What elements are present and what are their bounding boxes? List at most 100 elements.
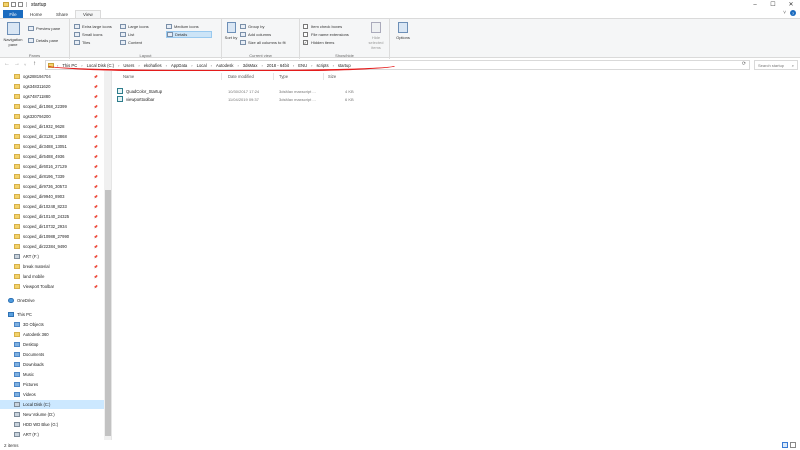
hidden-items-label: Hidden items <box>311 40 335 45</box>
list-view-button[interactable]: List <box>120 31 134 38</box>
column-header-size[interactable]: Size <box>328 74 336 79</box>
file-name-extensions-toggle[interactable]: File name extensions <box>303 31 349 38</box>
nav-item-ogs320794200[interactable]: ogs320794200 📌 <box>0 112 104 121</box>
nav-item-new-volume-d[interactable]: New Volume (D:) <box>0 410 104 419</box>
nav-item-documents[interactable]: Documents <box>0 350 104 359</box>
back-arrow-icon[interactable]: ← <box>4 61 10 67</box>
nav-item-scoped-dir3128-13868[interactable]: scoped_dir3128_13868 📌 <box>0 132 104 141</box>
tab-home[interactable]: Home <box>23 10 49 18</box>
nav-item-ogs288194704[interactable]: ogs288194704 📌 <box>0 72 104 81</box>
details-pane-button[interactable]: Details pane <box>28 37 58 44</box>
tab-file[interactable]: File <box>3 10 23 18</box>
nav-scrollbar[interactable] <box>104 71 111 440</box>
navigation-pane-button[interactable]: Navigation pane <box>2 22 24 47</box>
medium-icons-button[interactable]: Medium icons <box>166 23 199 30</box>
nav-item-scoped-dir5488-4936[interactable]: scoped_dir5488_4936 📌 <box>0 152 104 161</box>
nav-item-hdd-wd-blue-g[interactable]: HDD WD Blue (G:) <box>0 420 104 429</box>
column-divider[interactable] <box>221 73 222 80</box>
column-header-type[interactable]: Type <box>279 74 288 79</box>
add-columns-button[interactable]: Add columns <box>240 31 271 38</box>
hide-selected-items-button[interactable]: Hide selected items <box>364 22 388 50</box>
nav-item-break-material[interactable]: break material 📌 <box>0 262 104 271</box>
hidden-items-checkbox[interactable]: ✓ <box>303 40 308 45</box>
tiles-view-button[interactable]: Tiles <box>74 39 90 46</box>
up-arrow-icon[interactable]: ↑ <box>33 61 36 67</box>
folder-icon <box>14 184 20 189</box>
details-view-button[interactable]: Details <box>166 31 212 38</box>
nav-item-art-f[interactable]: ART (F:) <box>0 430 104 439</box>
help-icon[interactable]: ? <box>790 10 796 16</box>
pin-icon: 📌 <box>93 264 98 269</box>
tab-view[interactable]: View <box>75 10 101 18</box>
nav-item-scoped-dir6016-27129[interactable]: scoped_dir6016_27129 📌 <box>0 162 104 171</box>
chevron-down-icon[interactable]: ˅ <box>783 10 786 16</box>
nav-item-label: ogs348311620 <box>23 84 51 89</box>
nav-item-art-f[interactable]: ART (F:) 📌 <box>0 252 104 261</box>
nav-item-ogs748711880[interactable]: ogs748711880 📌 <box>0 92 104 101</box>
folder-icon <box>14 154 20 159</box>
close-button[interactable]: ✕ <box>782 0 800 9</box>
column-header-name[interactable]: Name <box>123 74 134 79</box>
sort-by-button[interactable]: Sort by <box>223 22 239 40</box>
tab-share[interactable]: Share <box>49 10 75 18</box>
nav-item-scoped-dir8196-7339[interactable]: scoped_dir8196_7339 📌 <box>0 172 104 181</box>
group-by-button[interactable]: Group by <box>240 23 264 30</box>
refresh-icon[interactable]: ⟳ <box>739 61 749 69</box>
nav-item-downloads[interactable]: Downloads <box>0 360 104 369</box>
nav-item-scoped-dir10140-24325[interactable]: scoped_dir10140_24325 📌 <box>0 212 104 221</box>
details-label: Details <box>175 32 188 37</box>
details-view-icon[interactable] <box>782 442 788 448</box>
nav-item-desktop[interactable]: Desktop <box>0 340 104 349</box>
nav-item-videos[interactable]: Videos <box>0 390 104 399</box>
item-check-boxes-toggle[interactable]: Item check boxes <box>303 23 342 30</box>
nav-scrollbar-thumb[interactable] <box>105 190 111 436</box>
minimize-button[interactable]: – <box>746 0 764 9</box>
downloads-icon <box>14 362 20 367</box>
nav-item-scoped-dir9736-30573[interactable]: scoped_dir9736_30573 📌 <box>0 182 104 191</box>
nav-item-local-disk-c[interactable]: Local Disk (C:) <box>0 400 104 409</box>
large-icons-view-icon[interactable] <box>790 442 796 448</box>
nav-item-music[interactable]: Music <box>0 370 104 379</box>
nav-item-scoped-dir3488-13051[interactable]: scoped_dir3488_13051 📌 <box>0 142 104 151</box>
pin-icon: 📌 <box>93 154 98 159</box>
nav-item-label: OneDrive <box>17 298 35 303</box>
small-icons-button[interactable]: Small icons <box>74 31 102 38</box>
nav-item-scoped-dir10988-27990[interactable]: scoped_dir10988_27990 📌 <box>0 232 104 241</box>
column-divider[interactable] <box>273 73 274 80</box>
file-name-extensions-checkbox[interactable] <box>303 32 308 37</box>
search-input[interactable]: Search startup ⌕ <box>754 60 798 70</box>
content-view-button[interactable]: Content <box>120 39 142 46</box>
pin-icon: 📌 <box>93 164 98 169</box>
nav-item-scoped-dir10732-2934[interactable]: scoped_dir10732_2934 📌 <box>0 222 104 231</box>
forward-arrow-icon[interactable]: → <box>14 61 20 67</box>
layout-group-label: Layout <box>139 53 152 58</box>
item-check-boxes-checkbox[interactable] <box>303 24 308 29</box>
nav-item-ogs348311620[interactable]: ogs348311620 📌 <box>0 82 104 91</box>
preview-pane-button[interactable]: Preview pane <box>28 25 60 32</box>
nav-item-onedrive[interactable]: OneDrive <box>0 296 104 305</box>
large-icons-button[interactable]: Large icons <box>120 23 149 30</box>
content-icon <box>120 40 126 45</box>
nav-item-3d-objects[interactable]: 3D Objects <box>0 320 104 329</box>
hidden-items-toggle[interactable]: ✓ Hidden items <box>303 39 334 46</box>
maximize-button[interactable]: ☐ <box>764 0 782 9</box>
nav-item-viewport-toolbar[interactable]: Viewport Toolbar 📌 <box>0 282 104 291</box>
nav-item-this-pc[interactable]: This PC <box>0 310 104 319</box>
column-header-date-modified[interactable]: Date modified <box>228 74 254 79</box>
extra-large-icons-button[interactable]: Extra large icons <box>74 23 112 30</box>
new-folder-quick-access-icon[interactable] <box>18 2 23 7</box>
column-divider[interactable] <box>323 73 324 80</box>
options-button[interactable]: Options <box>392 22 414 40</box>
nav-item-scoped-dir1068-22399[interactable]: scoped_dir1068_22399 📌 <box>0 102 104 111</box>
nav-item-pictures[interactable]: Pictures <box>0 380 104 389</box>
nav-item-autodesk-360[interactable]: Autodesk 360 <box>0 330 104 339</box>
recent-locations-icon[interactable]: ˅ <box>24 62 26 67</box>
nav-item-scoped-dir10248-8233[interactable]: scoped_dir10248_8233 📌 <box>0 202 104 211</box>
nav-item-scoped-dir22384-9490[interactable]: scoped_dir22384_9490 📌 <box>0 242 104 251</box>
nav-item-land-mobile[interactable]: land mobile 📌 <box>0 272 104 281</box>
nav-item-scoped-dir9940-8903[interactable]: scoped_dir9940_8903 📌 <box>0 192 104 201</box>
properties-quick-access-icon[interactable] <box>11 2 16 7</box>
pin-icon: 📌 <box>93 214 98 219</box>
size-all-columns-button[interactable]: Size all columns to fit <box>240 39 286 46</box>
nav-item-scoped-dir1932-9628[interactable]: scoped_dir1932_9628 📌 <box>0 122 104 131</box>
